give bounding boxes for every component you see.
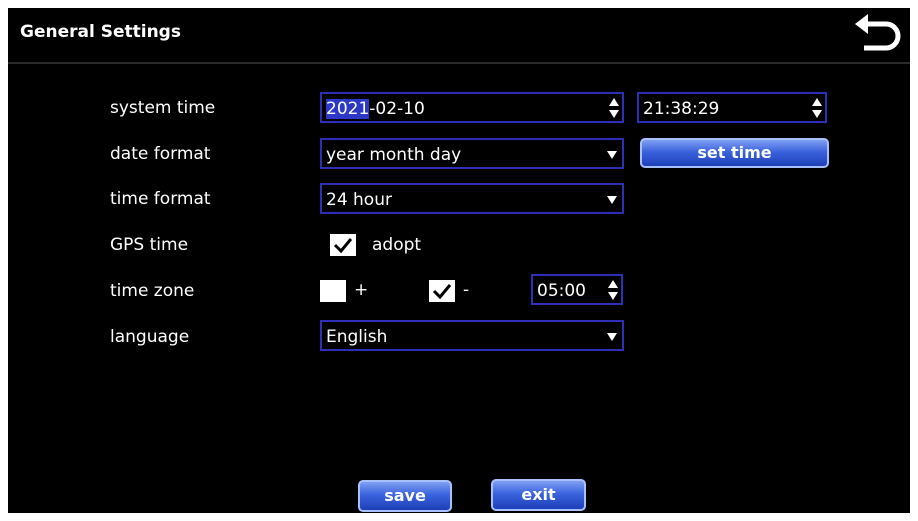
system-date-value: 2021-02-10: [326, 99, 425, 119]
time-zone-label: time zone: [110, 281, 195, 301]
date-format-select[interactable]: year month day: [320, 138, 624, 169]
time-zone-plus-checkbox[interactable]: [320, 280, 346, 302]
gps-adopt-checkbox[interactable]: [330, 234, 356, 256]
time-spinner-icon[interactable]: [812, 96, 822, 120]
time-format-select[interactable]: 24 hour: [320, 183, 624, 214]
set-time-button[interactable]: set time: [640, 138, 829, 168]
system-time-label: system time: [110, 98, 216, 118]
date-rest: -02-10: [369, 99, 425, 119]
time-zone-minus-checkbox[interactable]: [429, 280, 455, 302]
time-zone-plus-label: +: [354, 280, 369, 300]
time-zone-minus-label: -: [463, 280, 470, 300]
time-format-label: time format: [110, 189, 211, 209]
back-arrow-icon[interactable]: [852, 12, 904, 58]
chevron-down-icon: [607, 333, 617, 341]
save-button[interactable]: save: [358, 480, 452, 512]
checkmark-icon: [432, 284, 452, 300]
checkmark-icon: [333, 238, 353, 254]
time-zone-offset-value: 05:00: [537, 281, 586, 301]
language-value: English: [326, 327, 388, 347]
date-year-highlight: 2021: [326, 99, 370, 119]
language-select[interactable]: English: [320, 320, 624, 351]
gps-time-label: GPS time: [110, 235, 189, 255]
date-spinner-icon[interactable]: [609, 96, 619, 120]
offset-spinner-icon[interactable]: [608, 278, 618, 302]
page-title: General Settings: [20, 22, 181, 42]
system-time-field[interactable]: 21:38:29: [637, 92, 827, 123]
title-bar: General Settings: [8, 8, 910, 64]
date-format-value: year month day: [326, 145, 462, 165]
time-format-value: 24 hour: [326, 190, 392, 210]
system-date-field[interactable]: 2021-02-10: [320, 92, 624, 123]
gps-adopt-label: adopt: [372, 235, 422, 255]
system-time-value: 21:38:29: [643, 99, 720, 119]
settings-screen: General Settings system time 2021-02-10 …: [8, 8, 910, 513]
time-zone-offset-field[interactable]: 05:00: [531, 274, 623, 305]
chevron-down-icon: [607, 151, 617, 159]
chevron-down-icon: [607, 196, 617, 204]
exit-button[interactable]: exit: [491, 479, 586, 511]
date-format-label: date format: [110, 144, 211, 164]
language-label: language: [110, 327, 190, 347]
